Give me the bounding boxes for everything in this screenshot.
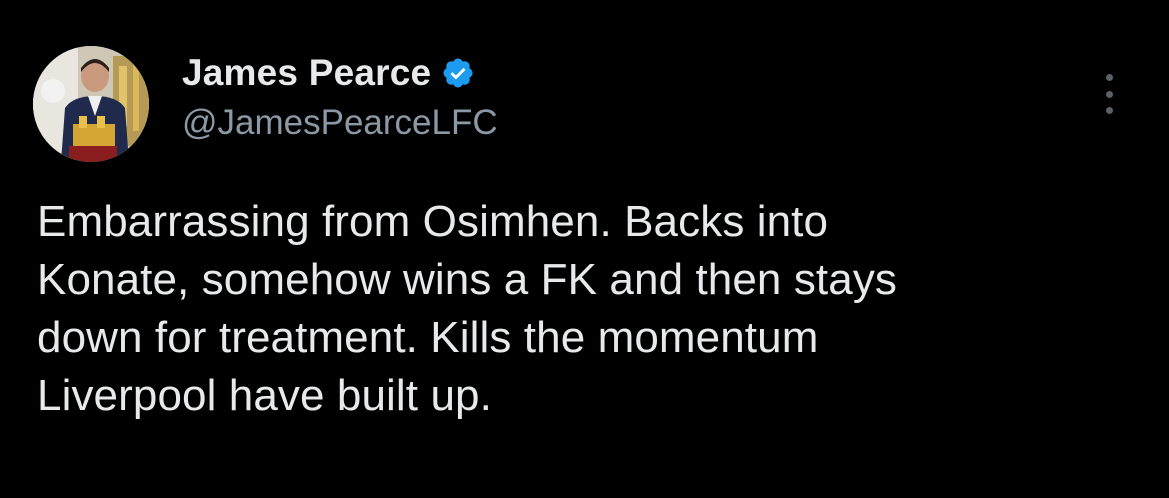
author-name-row: James Pearce	[182, 50, 475, 96]
more-options-icon[interactable]	[1097, 74, 1121, 114]
author-handle[interactable]: @JamesPearceLFC	[182, 103, 498, 143]
tweet-card: James Pearce @JamesPearceLFC Embarrassin…	[0, 0, 1169, 498]
more-dot	[1105, 107, 1113, 114]
avatar[interactable]	[33, 46, 149, 162]
tweet-text-line: down for treatment. Kills the momentum	[37, 313, 819, 362]
more-dot	[1105, 74, 1113, 81]
tweet-text-line: Konate, somehow wins a FK and then stays	[37, 255, 898, 304]
tweet-text-line: Embarrassing from Osimhen. Backs into	[37, 197, 829, 246]
more-dot	[1105, 90, 1113, 98]
verified-badge-icon	[441, 56, 475, 90]
tweet-text: Embarrassing from Osimhen. Backs into Ko…	[37, 193, 1147, 425]
tweet-text-line: Liverpool have built up.	[37, 371, 492, 420]
author-display-name[interactable]: James Pearce	[182, 52, 431, 94]
avatar-image	[33, 46, 149, 162]
